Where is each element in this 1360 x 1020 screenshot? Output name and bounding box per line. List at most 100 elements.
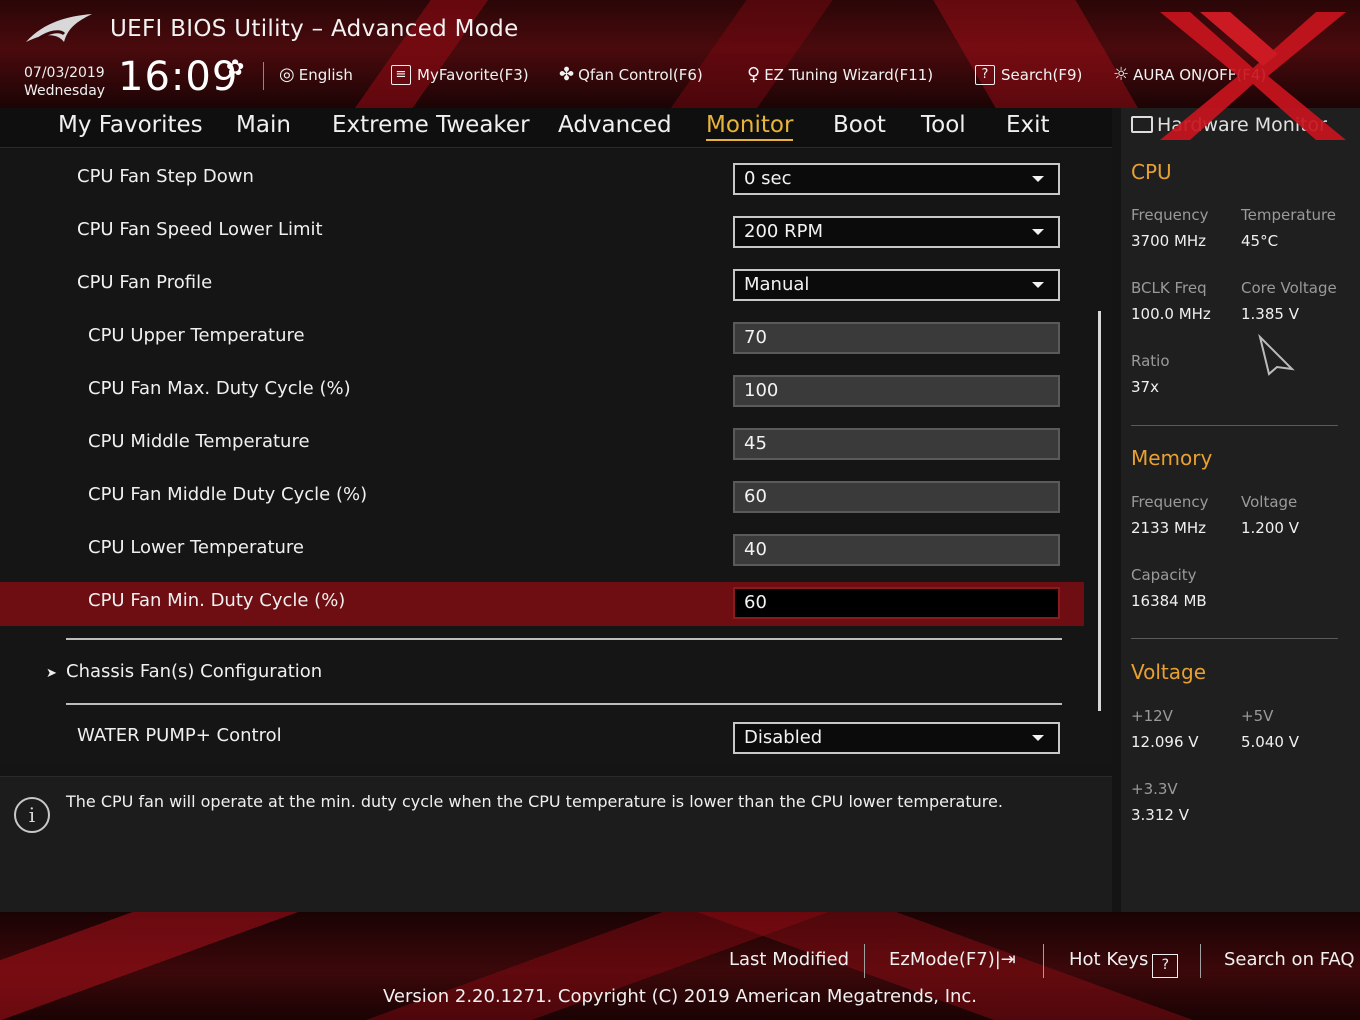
tab-extreme-tweaker[interactable]: Extreme Tweaker [332,112,530,138]
tab-monitor[interactable]: Monitor [706,112,794,141]
last-modified-button[interactable]: Last Modified [729,949,849,970]
cpu-fan-profile-dropdown[interactable]: Manual [733,269,1060,301]
myfavorite-label: MyFavorite(F3) [417,66,529,84]
footer-separator [864,944,865,978]
exit-arrow-icon: ⇥ [1000,949,1016,970]
submenu-label: Chassis Fan(s) Configuration [66,661,323,682]
app-title: UEFI BIOS Utility – Advanced Mode [110,16,519,42]
ez-tuning-wizard-button[interactable]: ♀ EZ Tuning Wizard(F11) [747,62,933,88]
section-divider [66,638,1062,640]
ratio-label: Ratio [1131,352,1170,370]
cpu-fan-step-down-dropdown[interactable]: 0 sec [733,163,1060,195]
setting-label: WATER PUMP+ Control [77,725,282,746]
cpu-fan-max-duty-input[interactable]: 100 [733,375,1060,407]
cpu-fan-speed-lower-limit-dropdown[interactable]: 200 RPM [733,216,1060,248]
v5-value: 5.040 V [1241,733,1299,751]
language-button[interactable]: ◎ English [279,62,353,88]
mouse-cursor-icon [1258,334,1295,376]
memory-voltage-label: Voltage [1241,493,1298,511]
setting-label: CPU Lower Temperature [88,537,304,558]
chevron-down-icon [1032,282,1044,288]
footer-bar: Last Modified EzMode(F7)|⇥ Hot Keys? Sea… [0,912,1360,1020]
dropdown-value: 0 sec [744,168,792,189]
cpu-fan-middle-duty-input[interactable]: 60 [733,481,1060,513]
info-icon: i [14,797,50,833]
lightbulb-icon: ♀ [747,64,761,85]
cpu-upper-temperature-input[interactable]: 70 [733,322,1060,354]
hw-separator [1131,638,1338,639]
favorite-list-icon: ≡ [391,65,411,85]
setting-label: CPU Fan Speed Lower Limit [77,219,323,240]
version-text: Version 2.20.1271. Copyright (C) 2019 Am… [382,986,978,1007]
header-separator [263,62,264,90]
help-text: The CPU fan will operate at the min. dut… [66,792,1003,811]
rog-logo [26,14,92,42]
clock: 16:09 [118,54,239,100]
memory-frequency-label: Frequency [1131,493,1209,511]
search-label: Search(F9) [1001,66,1083,84]
settings-panel: CPU Fan Step Down 0 sec CPU Fan Speed Lo… [0,149,1112,766]
aura-icon: ☼ [1113,64,1130,85]
chevron-down-icon [1032,735,1044,741]
dropdown-value: 200 RPM [744,221,823,242]
cpu-lower-temperature-input[interactable]: 40 [733,534,1060,566]
cpu-temperature-value: 45°C [1241,232,1279,250]
v12-value: 12.096 V [1131,733,1199,751]
cpu-frequency-value: 3700 MHz [1131,232,1207,250]
setting-label: CPU Upper Temperature [88,325,305,346]
myfavorite-button[interactable]: ≡ MyFavorite(F3) [391,62,529,88]
search-on-faq-button[interactable]: Search on FAQ [1224,949,1355,970]
tab-tool[interactable]: Tool [921,112,966,138]
memory-frequency-value: 2133 MHz [1131,519,1207,537]
dropdown-value: Disabled [744,727,823,748]
core-voltage-value: 1.385 V [1241,305,1299,323]
memory-section-title: Memory [1131,446,1213,470]
hardware-monitor-panel: Hardware Monitor CPU Frequency Temperatu… [1121,108,1360,912]
tab-boot[interactable]: Boot [833,112,886,138]
search-button[interactable]: ? Search(F9) [975,62,1082,88]
language-label: English [298,66,353,84]
globe-icon: ◎ [279,64,295,85]
gear-icon[interactable]: ✿ [226,56,244,81]
capacity-label: Capacity [1131,566,1197,584]
setting-label: CPU Middle Temperature [88,431,310,452]
setting-label: CPU Fan Max. Duty Cycle (%) [88,378,351,399]
chevron-right-icon: ➤ [46,666,57,681]
cpu-fan-min-duty-input[interactable]: 60 [733,587,1060,619]
tab-main[interactable]: Main [236,112,291,138]
hardware-monitor-title: Hardware Monitor [1131,114,1327,136]
date-text: 07/03/2019 [24,65,105,81]
qfan-label: Qfan Control(F6) [578,66,703,84]
cpu-temperature-label: Temperature [1241,206,1337,224]
ezmode-button[interactable]: EzMode(F7)|⇥ [889,949,1016,970]
tab-my-favorites[interactable]: My Favorites [58,112,203,138]
hotkeys-label: Hot Keys [1069,949,1149,970]
cpu-section-title: CPU [1131,160,1172,184]
qfan-control-button[interactable]: ✤ Qfan Control(F6) [559,62,703,88]
setting-label: CPU Fan Min. Duty Cycle (%) [88,590,346,611]
ratio-value: 37x [1131,378,1159,396]
v33-label: +3.3V [1131,780,1178,798]
dropdown-value: Manual [744,274,810,295]
chassis-fan-config-submenu[interactable]: ➤ Chassis Fan(s) Configuration [46,661,322,682]
settings-scrollbar[interactable] [1098,311,1101,711]
aura-label: AURA ON/OFF(F4) [1133,66,1267,84]
fan-icon: ✤ [559,64,575,85]
date-display: 07/03/2019 Wednesday [24,64,105,100]
v5-label: +5V [1241,707,1274,725]
footer-separator [1043,944,1044,978]
cpu-middle-temperature-input[interactable]: 45 [733,428,1060,460]
setting-label: CPU Fan Profile [77,272,213,293]
tab-exit[interactable]: Exit [1006,112,1050,138]
day-text: Wednesday [24,83,106,99]
voltage-section-title: Voltage [1131,660,1207,684]
bclk-value: 100.0 MHz [1131,305,1211,323]
hot-keys-button[interactable]: Hot Keys? [1069,949,1179,978]
water-pump-control-dropdown[interactable]: Disabled [733,722,1060,754]
top-header: UEFI BIOS Utility – Advanced Mode 07/03/… [0,0,1360,108]
main-menu-bar: My Favorites Main Extreme Tweaker Advanc… [0,108,1112,148]
tab-advanced[interactable]: Advanced [558,112,672,138]
aura-toggle-button[interactable]: ☼ AURA ON/OFF(F4) [1113,62,1266,88]
bclk-label: BCLK Freq [1131,279,1207,297]
ezmode-label: EzMode(F7)| [889,949,1001,970]
